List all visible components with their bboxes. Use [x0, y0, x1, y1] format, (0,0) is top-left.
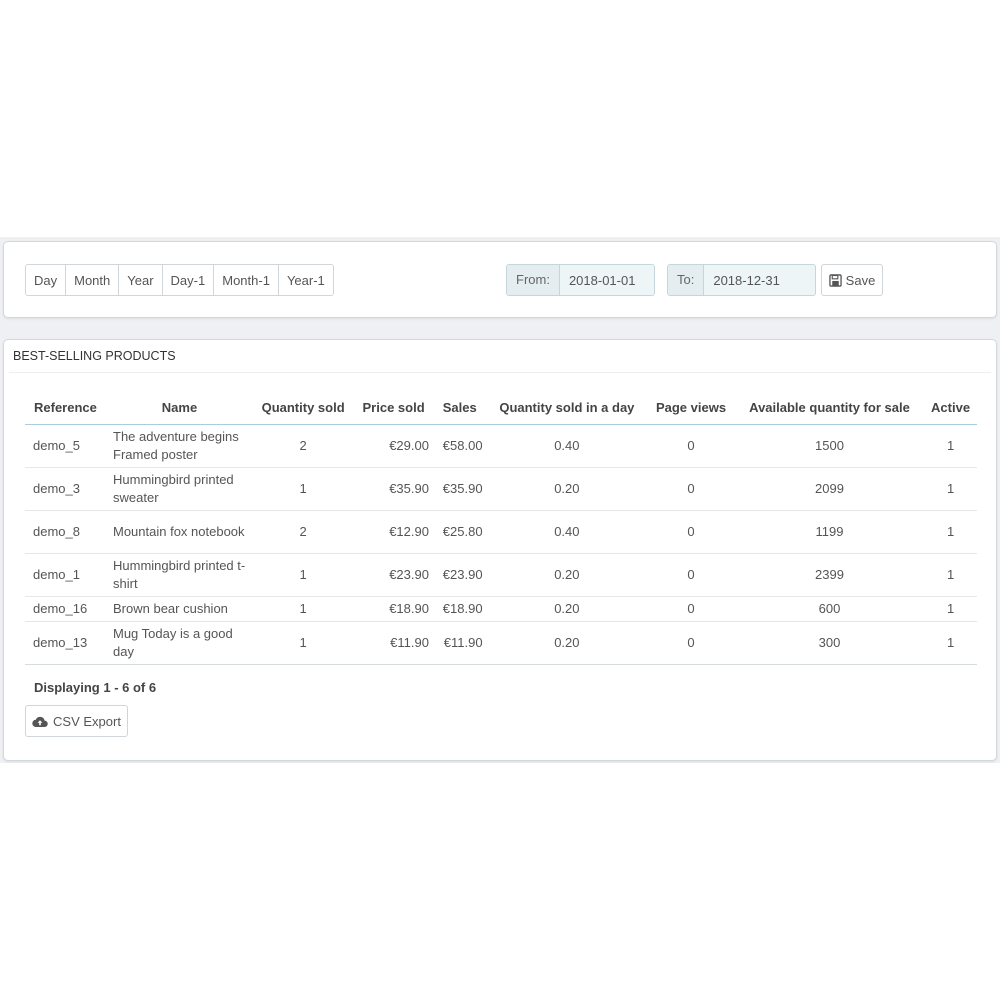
cell-active: 1 — [924, 621, 977, 665]
cell-sales: €35.90 — [432, 467, 487, 511]
cell-quantity-per-day: 0.20 — [486, 596, 648, 622]
cell-active: 1 — [924, 553, 977, 597]
cell-price-sold: €29.00 — [354, 424, 433, 468]
cell-name: Mountain fox notebook — [107, 510, 252, 554]
period-day-button[interactable]: Day — [26, 265, 67, 295]
table-row: demo_8 Mountain fox notebook 2 €12.90 €2… — [25, 510, 977, 554]
cell-sales: €18.90 — [432, 596, 487, 622]
cell-sales: €58.00 — [432, 424, 487, 468]
period-month-minus-1-button[interactable]: Month-1 — [214, 265, 279, 295]
column-header-price-sold[interactable]: Price sold — [354, 390, 433, 425]
cell-quantity-sold: 2 — [252, 510, 355, 554]
cell-page-views: 0 — [647, 467, 735, 511]
cell-available-quantity: 1500 — [734, 424, 925, 468]
cell-quantity-per-day: 0.20 — [486, 621, 648, 665]
column-header-page-views[interactable]: Page views — [647, 390, 735, 425]
cell-reference: demo_1 — [25, 553, 107, 597]
cell-price-sold: €11.90 — [354, 621, 433, 665]
table-row: demo_16 Brown bear cushion 1 €18.90 €18.… — [25, 596, 977, 622]
date-to-group: To: — [667, 264, 816, 296]
save-button-label: Save — [845, 272, 876, 288]
date-range-toolbar: Day Month Year Day-1 Month-1 Year-1 From… — [3, 241, 997, 318]
cell-quantity-per-day: 0.20 — [486, 467, 648, 511]
cell-name: The adventure begins Framed poster — [107, 424, 252, 468]
cell-quantity-sold: 1 — [252, 467, 355, 511]
column-header-reference[interactable]: Reference — [25, 390, 107, 425]
heading-divider — [9, 372, 991, 373]
cell-reference: demo_13 — [25, 621, 107, 665]
column-header-name[interactable]: Name — [107, 390, 252, 425]
cell-available-quantity: 2099 — [734, 467, 925, 511]
column-header-quantity-per-day[interactable]: Quantity sold in a day — [486, 390, 648, 425]
cell-price-sold: €23.90 — [354, 553, 433, 597]
cell-price-sold: €35.90 — [354, 467, 433, 511]
pagination-summary: Displaying 1 - 6 of 6 — [34, 680, 157, 695]
column-header-quantity-sold[interactable]: Quantity sold — [252, 390, 355, 425]
table-row: demo_5 The adventure begins Framed poste… — [25, 424, 977, 468]
cell-page-views: 0 — [647, 621, 735, 665]
date-from-input[interactable] — [559, 265, 654, 295]
csv-export-label: CSV Export — [53, 713, 121, 729]
cell-page-views: 0 — [647, 596, 735, 622]
cell-quantity-sold: 1 — [252, 596, 355, 622]
cell-reference: demo_3 — [25, 467, 107, 511]
table-row: demo_3 Hummingbird printed sweater 1 €35… — [25, 467, 977, 511]
table-row: demo_13 Mug Today is a good day 1 €11.90… — [25, 621, 977, 665]
cell-sales: €25.80 — [432, 510, 487, 554]
cell-price-sold: €18.90 — [354, 596, 433, 622]
period-month-button[interactable]: Month — [66, 265, 120, 295]
cell-reference: demo_5 — [25, 424, 107, 468]
cell-quantity-sold: 1 — [252, 553, 355, 597]
csv-export-button[interactable]: CSV Export — [25, 705, 128, 737]
cell-name: Hummingbird printed sweater — [107, 467, 252, 511]
cloud-upload-icon — [32, 715, 48, 728]
panel-title: BEST-SELLING PRODUCTS — [13, 349, 176, 363]
date-from-group: From: — [506, 264, 655, 296]
cell-active: 1 — [924, 424, 977, 468]
period-button-group: Day Month Year Day-1 Month-1 Year-1 — [25, 264, 334, 296]
cell-name: Hummingbird printed t-shirt — [107, 553, 252, 597]
cell-price-sold: €12.90 — [354, 510, 433, 554]
cell-available-quantity: 2399 — [734, 553, 925, 597]
date-to-input[interactable] — [704, 265, 813, 295]
cell-quantity-per-day: 0.40 — [486, 510, 648, 554]
save-button[interactable]: Save — [821, 264, 883, 296]
cell-reference: demo_8 — [25, 510, 107, 554]
column-header-available-quantity[interactable]: Available quantity for sale — [734, 390, 925, 425]
cell-available-quantity: 600 — [734, 596, 925, 622]
cell-available-quantity: 300 — [734, 621, 925, 665]
cell-sales: €23.90 — [432, 553, 487, 597]
cell-sales: €11.90 — [432, 621, 487, 665]
cell-page-views: 0 — [647, 553, 735, 597]
cell-name: Mug Today is a good day — [107, 621, 252, 665]
date-from-label: From: — [507, 265, 560, 295]
floppy-disk-icon — [828, 273, 842, 287]
cell-quantity-sold: 2 — [252, 424, 355, 468]
cell-quantity-per-day: 0.20 — [486, 553, 648, 597]
cell-active: 1 — [924, 467, 977, 511]
cell-reference: demo_16 — [25, 596, 107, 622]
cell-quantity-per-day: 0.40 — [486, 424, 648, 468]
period-year-button[interactable]: Year — [119, 265, 163, 295]
cell-page-views: 0 — [647, 510, 735, 554]
table-row: demo_1 Hummingbird printed t-shirt 1 €23… — [25, 553, 977, 597]
table-header-row: Reference Name Quantity sold Price sold … — [25, 390, 977, 425]
period-day-minus-1-button[interactable]: Day-1 — [162, 265, 215, 295]
cell-available-quantity: 1199 — [734, 510, 925, 554]
cell-name: Brown bear cushion — [107, 596, 252, 622]
cell-quantity-sold: 1 — [252, 621, 355, 665]
products-table: Reference Name Quantity sold Price sold … — [25, 390, 977, 665]
period-year-minus-1-button[interactable]: Year-1 — [278, 265, 333, 295]
cell-active: 1 — [924, 596, 977, 622]
column-header-active[interactable]: Active — [924, 390, 977, 425]
cell-active: 1 — [924, 510, 977, 554]
cell-page-views: 0 — [647, 424, 735, 468]
column-header-sales[interactable]: Sales — [432, 390, 487, 425]
best-selling-products-panel: BEST-SELLING PRODUCTS Reference Name Qua… — [3, 339, 997, 761]
date-to-label: To: — [668, 265, 705, 295]
